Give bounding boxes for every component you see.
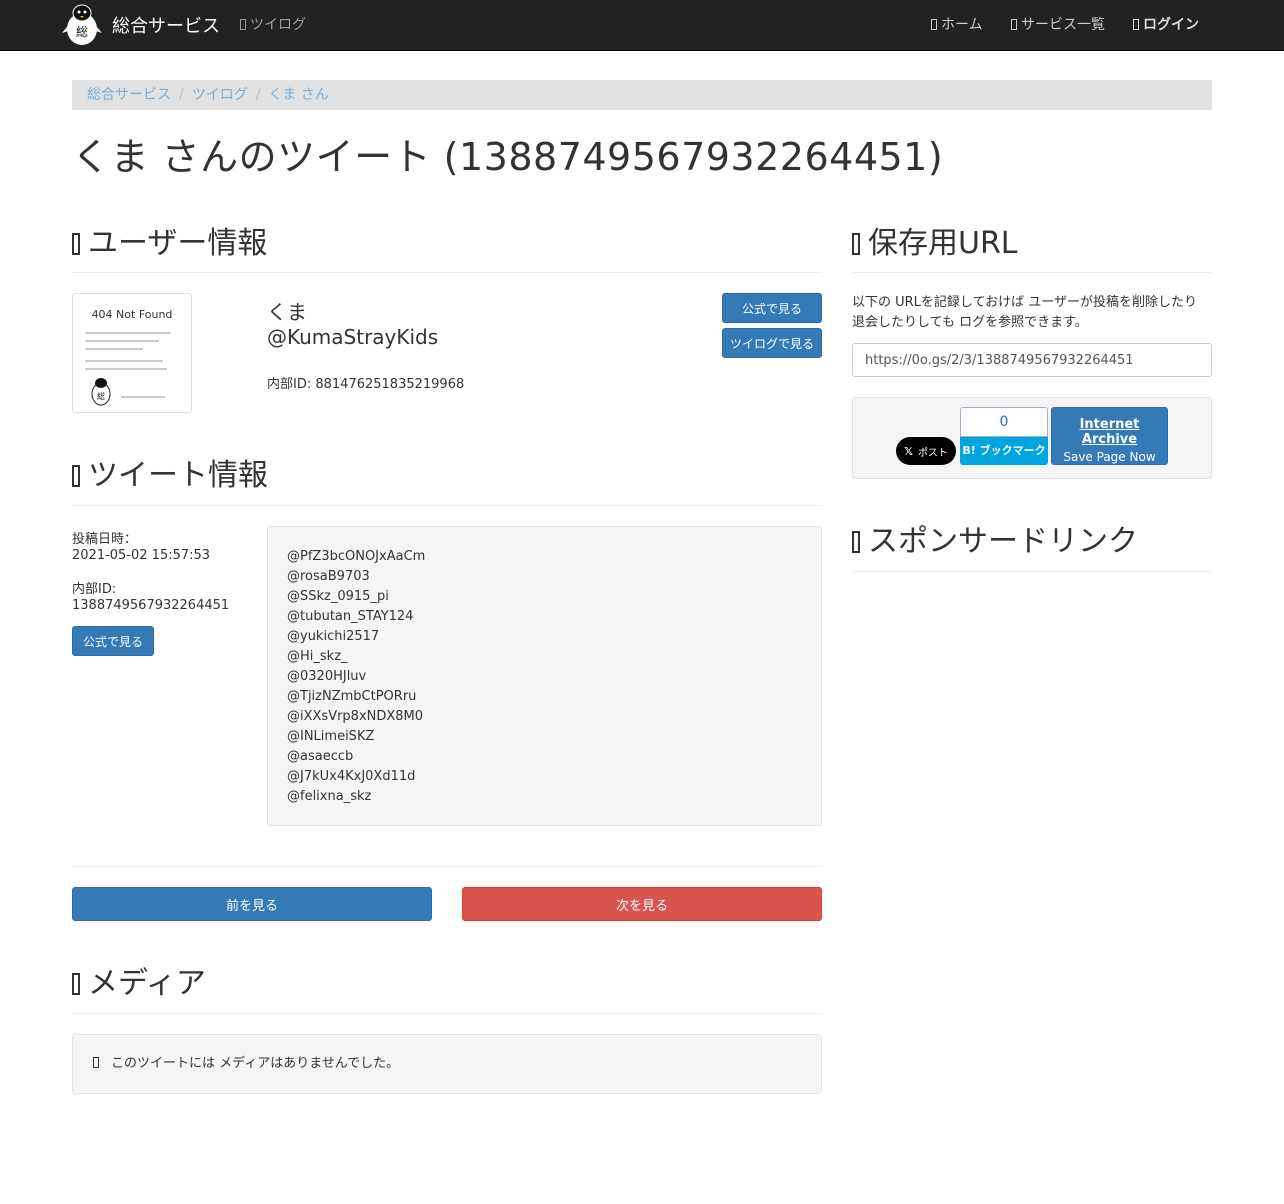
posted-at-value: 2021-05-02 15:57:53	[72, 548, 211, 563]
prev-tweet-button[interactable]: 前を見る	[72, 887, 432, 921]
nav-home-link[interactable]: ホーム	[931, 0, 983, 50]
tweet-mention-line[interactable]: @yukichi2517	[287, 627, 802, 647]
no-media-message: このツイートには メディアはありませんでした。	[111, 1056, 400, 1071]
brand-link[interactable]: 総 総合サービス	[60, 0, 220, 50]
placeholder-line	[85, 340, 159, 342]
divider	[852, 272, 1212, 273]
breadcrumb-item-twilog[interactable]: ツイログ	[192, 87, 248, 103]
tweet-text-box: @PfZ3bcONOJxAaCm @rosaB9703 @SSkz_0915_p…	[267, 526, 822, 826]
divider	[852, 571, 1212, 572]
user-internal-id: 内部ID: 881476251835219968	[267, 377, 465, 392]
no-media-alert: このツイートには メディアはありませんでした。	[72, 1034, 822, 1094]
save-url-heading: 保存用URL	[852, 218, 1018, 262]
tweet-internal-id-value: 1388749567932264451	[72, 598, 230, 613]
tweet-mention-line[interactable]: @0320HJluv	[287, 667, 802, 687]
brand-label: 総合サービス	[112, 16, 220, 37]
home-icon	[931, 19, 937, 30]
divider	[72, 272, 822, 273]
nav-login-link[interactable]: ログイン	[1133, 0, 1199, 50]
link-icon	[852, 233, 860, 255]
tweet-mention-line[interactable]: @rosaB9703	[287, 567, 802, 587]
tweet-mention-line[interactable]: @felixna_skz	[287, 787, 802, 807]
divider	[72, 866, 822, 867]
user-name: くま	[267, 300, 307, 324]
tweet-mention-line[interactable]: @SSkz_0915_pi	[287, 587, 802, 607]
placeholder-line	[85, 332, 171, 334]
image-icon	[72, 973, 80, 995]
view-official-user-button[interactable]: 公式で見る	[722, 293, 822, 323]
nav-login-label: ログイン	[1143, 17, 1199, 33]
svg-text:総: 総	[76, 25, 88, 39]
placeholder-line	[85, 360, 163, 362]
divider	[72, 1013, 822, 1014]
placeholder-line	[85, 348, 143, 350]
breadcrumb-item-user[interactable]: くま さん	[268, 87, 328, 103]
penguin-icon: 総	[91, 378, 111, 406]
user-avatar: 404 Not Found 総	[72, 293, 192, 413]
tweet-mention-line[interactable]: @iXXsVrp8xNDX8M0	[287, 707, 802, 727]
comment-icon	[72, 465, 80, 487]
placeholder-footer	[121, 396, 165, 398]
list-icon	[1011, 19, 1017, 30]
save-url-description: 以下の URLを記録しておけば ユーザーが投稿を削除したり 退会したりしても ロ…	[852, 295, 1198, 330]
tweet-mention-line[interactable]: @asaeccb	[287, 747, 802, 767]
nav-twilog-label: ツイログ	[250, 17, 306, 33]
tweet-info-heading-label: ツイート情報	[88, 458, 268, 493]
hatena-bookmark-count[interactable]: 0	[960, 407, 1048, 437]
media-heading: メディア	[72, 958, 206, 1002]
user-icon	[72, 233, 80, 255]
breadcrumb-item-home[interactable]: 総合サービス	[87, 87, 171, 103]
sponsor-heading-label: スポンサードリンク	[868, 524, 1138, 559]
internet-archive-title: Internet Archive	[1079, 417, 1140, 447]
user-info-heading-label: ユーザー情報	[88, 226, 268, 261]
internet-archive-subtitle: Save Page Now	[1063, 450, 1156, 464]
save-url-input[interactable]	[852, 343, 1212, 377]
placeholder-line	[85, 368, 167, 370]
internet-archive-button[interactable]: Internet Archive Save Page Now	[1051, 407, 1168, 465]
next-tweet-button[interactable]: 次を見る	[462, 887, 822, 921]
breadcrumb-separator: /	[255, 87, 261, 103]
nav-services-link[interactable]: サービス一覧	[1011, 0, 1105, 50]
page-title: くま さんのツイート (1388749567932264451)	[72, 135, 944, 179]
tweet-mention-line[interactable]: @J7kUx4KxJ0Xd11d	[287, 767, 802, 787]
tweet-mention-line[interactable]: @PfZ3bcONOJxAaCm	[287, 547, 802, 567]
x-post-button[interactable]: 𝕏 ポスト	[896, 437, 956, 465]
twitter-icon	[240, 19, 246, 30]
nav-twilog-link[interactable]: ツイログ	[240, 0, 306, 50]
tweet-mention-line[interactable]: @tubutan_STAY124	[287, 607, 802, 627]
svg-text:総: 総	[97, 391, 105, 401]
tweet-internal-id-label: 内部ID:	[72, 582, 117, 597]
penguin-logo-icon: 総	[62, 4, 102, 45]
media-heading-label: メディア	[88, 966, 206, 1001]
top-navbar: 総 総合サービス ツイログ ホーム サービス一覧 ログイン	[0, 0, 1284, 51]
nav-services-label: サービス一覧	[1021, 17, 1105, 33]
tweet-mention-line[interactable]: @TjizNZmbCtPORru	[287, 687, 802, 707]
bullhorn-icon	[852, 531, 860, 553]
x-logo-icon: 𝕏	[904, 444, 913, 458]
view-official-tweet-button[interactable]: 公式で見る	[72, 626, 154, 656]
divider	[72, 505, 822, 506]
x-post-label: ポスト	[917, 447, 948, 459]
user-handle: @KumaStrayKids	[267, 325, 439, 349]
user-info-heading: ユーザー情報	[72, 218, 267, 262]
view-twilog-button[interactable]: ツイログで見る	[722, 328, 822, 358]
sponsor-heading: スポンサードリンク	[852, 516, 1138, 560]
posted-at-label: 投稿日時：	[72, 532, 138, 547]
tweet-info-heading: ツイート情報	[72, 450, 268, 494]
avatar-placeholder-title: 404 Not Found	[91, 308, 173, 321]
breadcrumb-separator: /	[179, 87, 184, 103]
tweet-mention-line[interactable]: @Hi_skz_	[287, 647, 802, 667]
info-icon	[93, 1057, 99, 1068]
login-icon	[1133, 19, 1139, 30]
breadcrumb: 総合サービス / ツイログ / くま さん	[72, 80, 1212, 110]
save-url-heading-label: 保存用URL	[868, 226, 1018, 261]
hatena-bookmark-button[interactable]: B! ブックマーク	[960, 437, 1048, 465]
nav-home-label: ホーム	[941, 17, 983, 33]
tweet-mention-line[interactable]: @INLimeiSKZ	[287, 727, 802, 747]
hatena-bookmark-widget[interactable]: 0 B! ブックマーク	[960, 407, 1048, 465]
